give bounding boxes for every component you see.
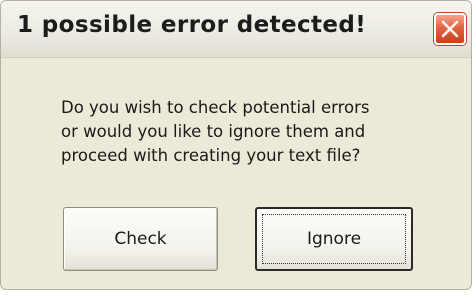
check-button[interactable]: Check bbox=[63, 207, 218, 271]
ignore-button-label: Ignore bbox=[306, 229, 362, 249]
title-bar[interactable]: 1 possible error detected! bbox=[1, 1, 471, 58]
message-line: Do you wish to check potential errors bbox=[61, 98, 370, 117]
message-line: or would you like to ignore them and bbox=[61, 122, 366, 141]
close-button[interactable] bbox=[434, 13, 466, 45]
dialog-title: 1 possible error detected! bbox=[17, 12, 367, 38]
message-line: proceed with creating your text file? bbox=[61, 146, 361, 165]
error-dialog: 1 possible error detected! Do you wish t… bbox=[0, 0, 472, 290]
check-button-label: Check bbox=[114, 229, 167, 249]
dialog-message: Do you wish to check potential errors or… bbox=[61, 96, 461, 168]
ignore-button[interactable]: Ignore bbox=[255, 207, 413, 271]
close-icon bbox=[441, 20, 459, 38]
